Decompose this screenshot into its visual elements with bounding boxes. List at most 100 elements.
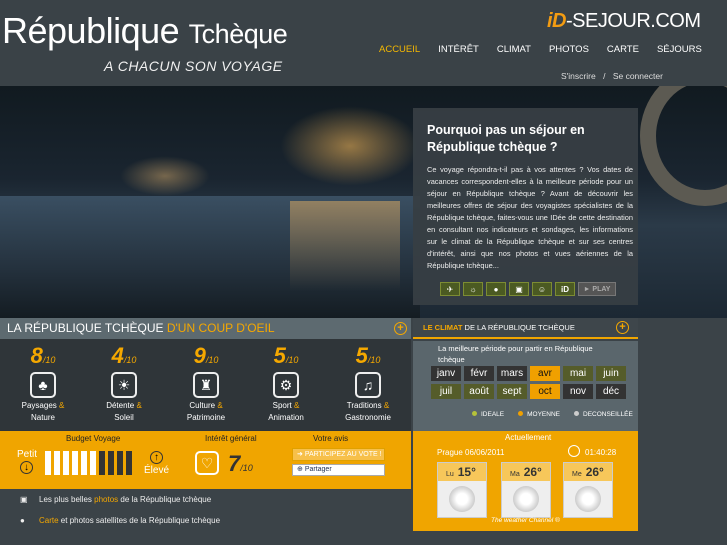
month-cell: oct [530, 384, 560, 399]
nav-accueil[interactable]: ACCUEIL [370, 44, 429, 55]
site-title-country: Tchèque [188, 19, 288, 49]
sun-icon[interactable]: ☼ [463, 282, 483, 296]
climate-title-highlight: LE CLIMAT [423, 323, 463, 332]
budget-bar [45, 451, 51, 475]
climate-title: DE LA RÉPUBLIQUE TCHÈQUE [464, 323, 575, 332]
photos-link[interactable]: ▣ Les plus belles photos de la République… [20, 495, 211, 504]
score-traditions[interactable]: 5/10 ♫ Traditions & Gastronomie [328, 343, 408, 424]
weather-panel: Actuellement Prague 06/06/2011 01:40:28 … [413, 431, 638, 531]
login-link[interactable]: Se connecter [613, 71, 663, 81]
clock-icon [568, 445, 580, 457]
site-title[interactable]: République Tchèque [2, 10, 288, 52]
vote-button[interactable]: ➜ PARTICIPEZ AU VOTE ! [292, 448, 385, 461]
hero-bridge-arch [640, 86, 727, 206]
culture-icon: ♜ [193, 372, 219, 398]
month-cell: févr [464, 366, 494, 381]
budget-bar [54, 451, 60, 475]
budget-bar [72, 451, 78, 475]
nav-photos[interactable]: PHOTOS [540, 44, 598, 55]
budget-high-label: Élevé [144, 465, 170, 476]
camera-icon: ▣ [20, 495, 28, 504]
weather-credit[interactable]: The weather Channel ® [491, 517, 560, 524]
hero-icon-bar: ✈ ☼ ● ▣ ☺ iD ► PLAY [440, 282, 616, 296]
budget-label: Budget Voyage [66, 434, 121, 443]
hero-infobox: Pourquoi pas un séjour en République tch… [413, 108, 638, 305]
budget-bar [126, 451, 132, 475]
overview-title: LA RÉPUBLIQUE TCHÈQUE [7, 321, 164, 335]
hero-light [120, 156, 210, 196]
month-cell: déc [596, 384, 626, 399]
budget-bar [99, 451, 105, 475]
nav-climat[interactable]: CLIMAT [488, 44, 540, 55]
forecast-day: Lu 15° [437, 462, 487, 518]
signup-link[interactable]: S'inscrire [561, 71, 596, 81]
cloud-icon [513, 486, 539, 512]
nav-sejours[interactable]: SÉJOURS [648, 44, 711, 55]
hero-light [280, 106, 420, 186]
budget-bar [81, 451, 87, 475]
budget-bar [90, 451, 96, 475]
auth-links: S'inscrire / Se connecter [561, 71, 663, 81]
overview-scores: 8/10 ♣ Paysages & Nature 4/10 ☀ Détente &… [0, 339, 411, 431]
climate-legend: IDEALE MOYENNE DECONSEILLÉE [472, 411, 633, 418]
play-button[interactable]: ► PLAY [578, 282, 616, 296]
forecast-day: Me 26° [563, 462, 613, 518]
budget-bar [63, 451, 69, 475]
score-sport[interactable]: 5/10 ⚙ Sport & Animation [246, 343, 326, 424]
month-cell: juil [431, 384, 461, 399]
smiley-icon[interactable]: ☺ [532, 282, 552, 296]
legend-ideal: IDEALE [472, 411, 504, 418]
share-button[interactable]: ⊕ Partager [292, 464, 385, 476]
month-cell: janv [431, 366, 461, 381]
main-nav: ACCUEIL INTÉRÊT CLIMAT PHOTOS CARTE SÉJO… [370, 44, 711, 55]
score-detente[interactable]: 4/10 ☀ Détente & Soleil [84, 343, 164, 424]
overview-title-highlight: D'UN COUP D'OEIL [166, 321, 275, 335]
map-link[interactable]: ● Carte et photos satellites de la Républ… [20, 516, 220, 525]
site-header: République Tchèque A CHACUN SON VOYAGE i… [0, 0, 727, 86]
score-paysages[interactable]: 8/10 ♣ Paysages & Nature [3, 343, 83, 424]
budget-strip: Budget Voyage Petit ↓ ↑ Élevé Intérêt gé… [0, 431, 411, 489]
nav-interet[interactable]: INTÉRÊT [429, 44, 488, 55]
month-cell: avr [530, 366, 560, 381]
month-cell: nov [563, 384, 593, 399]
climate-header: LE CLIMAT DE LA RÉPUBLIQUE TCHÈQUE + [413, 318, 638, 339]
legend-deconseillee: DECONSEILLÉE [574, 411, 633, 418]
avis-label: Votre avis [313, 434, 349, 443]
budget-gauge [45, 451, 132, 475]
brand-logo[interactable]: iD-SEJOUR.COM [547, 10, 701, 33]
score-culture[interactable]: 9/10 ♜ Culture & Patrimoine [166, 343, 246, 424]
auth-separator: / [603, 71, 606, 81]
legend-moyenne: MOYENNE [518, 411, 560, 418]
month-cell: mars [497, 366, 527, 381]
camera-icon[interactable]: ▣ [509, 282, 529, 296]
weather-title: Actuellement [505, 433, 552, 442]
overview-expand-button[interactable]: + [394, 322, 407, 335]
climate-intro: La meilleure période pour partir en Répu… [438, 344, 593, 364]
weather-city-date: Prague 06/06/2011 [437, 448, 505, 457]
hero-heading: Pourquoi pas un séjour en République tch… [427, 123, 585, 154]
forecast-day: Ma 26° [501, 462, 551, 518]
balloon-icon[interactable]: ● [486, 282, 506, 296]
plane-icon[interactable]: ✈ [440, 282, 460, 296]
deckchair-icon: ☀ [111, 372, 137, 398]
arrow-up-icon: ↑ [150, 451, 163, 464]
month-cell: sept [497, 384, 527, 399]
budget-bar [117, 451, 123, 475]
bottom-links: ▣ Les plus belles photos de la République… [0, 489, 411, 545]
cloud-icon [575, 486, 601, 512]
weather-time: 01:40:28 [585, 448, 617, 457]
site-title-main: République [2, 10, 180, 51]
nav-carte[interactable]: CARTE [598, 44, 648, 55]
hero-text: Ce voyage répondra-t-il pas à vos attent… [427, 165, 633, 270]
climate-panel: La meilleure période pour partir en Répu… [413, 341, 638, 431]
month-cell: mai [563, 366, 593, 381]
id-icon[interactable]: iD [555, 282, 575, 296]
heart-icon: ♡ [195, 451, 219, 475]
music-icon: ♫ [355, 372, 381, 398]
interet-score: 7/10 [228, 451, 253, 476]
bicycle-icon: ⚙ [273, 372, 299, 398]
climate-expand-button[interactable]: + [616, 321, 629, 334]
cloud-icon [449, 486, 475, 512]
arrow-down-icon: ↓ [20, 461, 33, 474]
tree-icon: ♣ [30, 372, 56, 398]
